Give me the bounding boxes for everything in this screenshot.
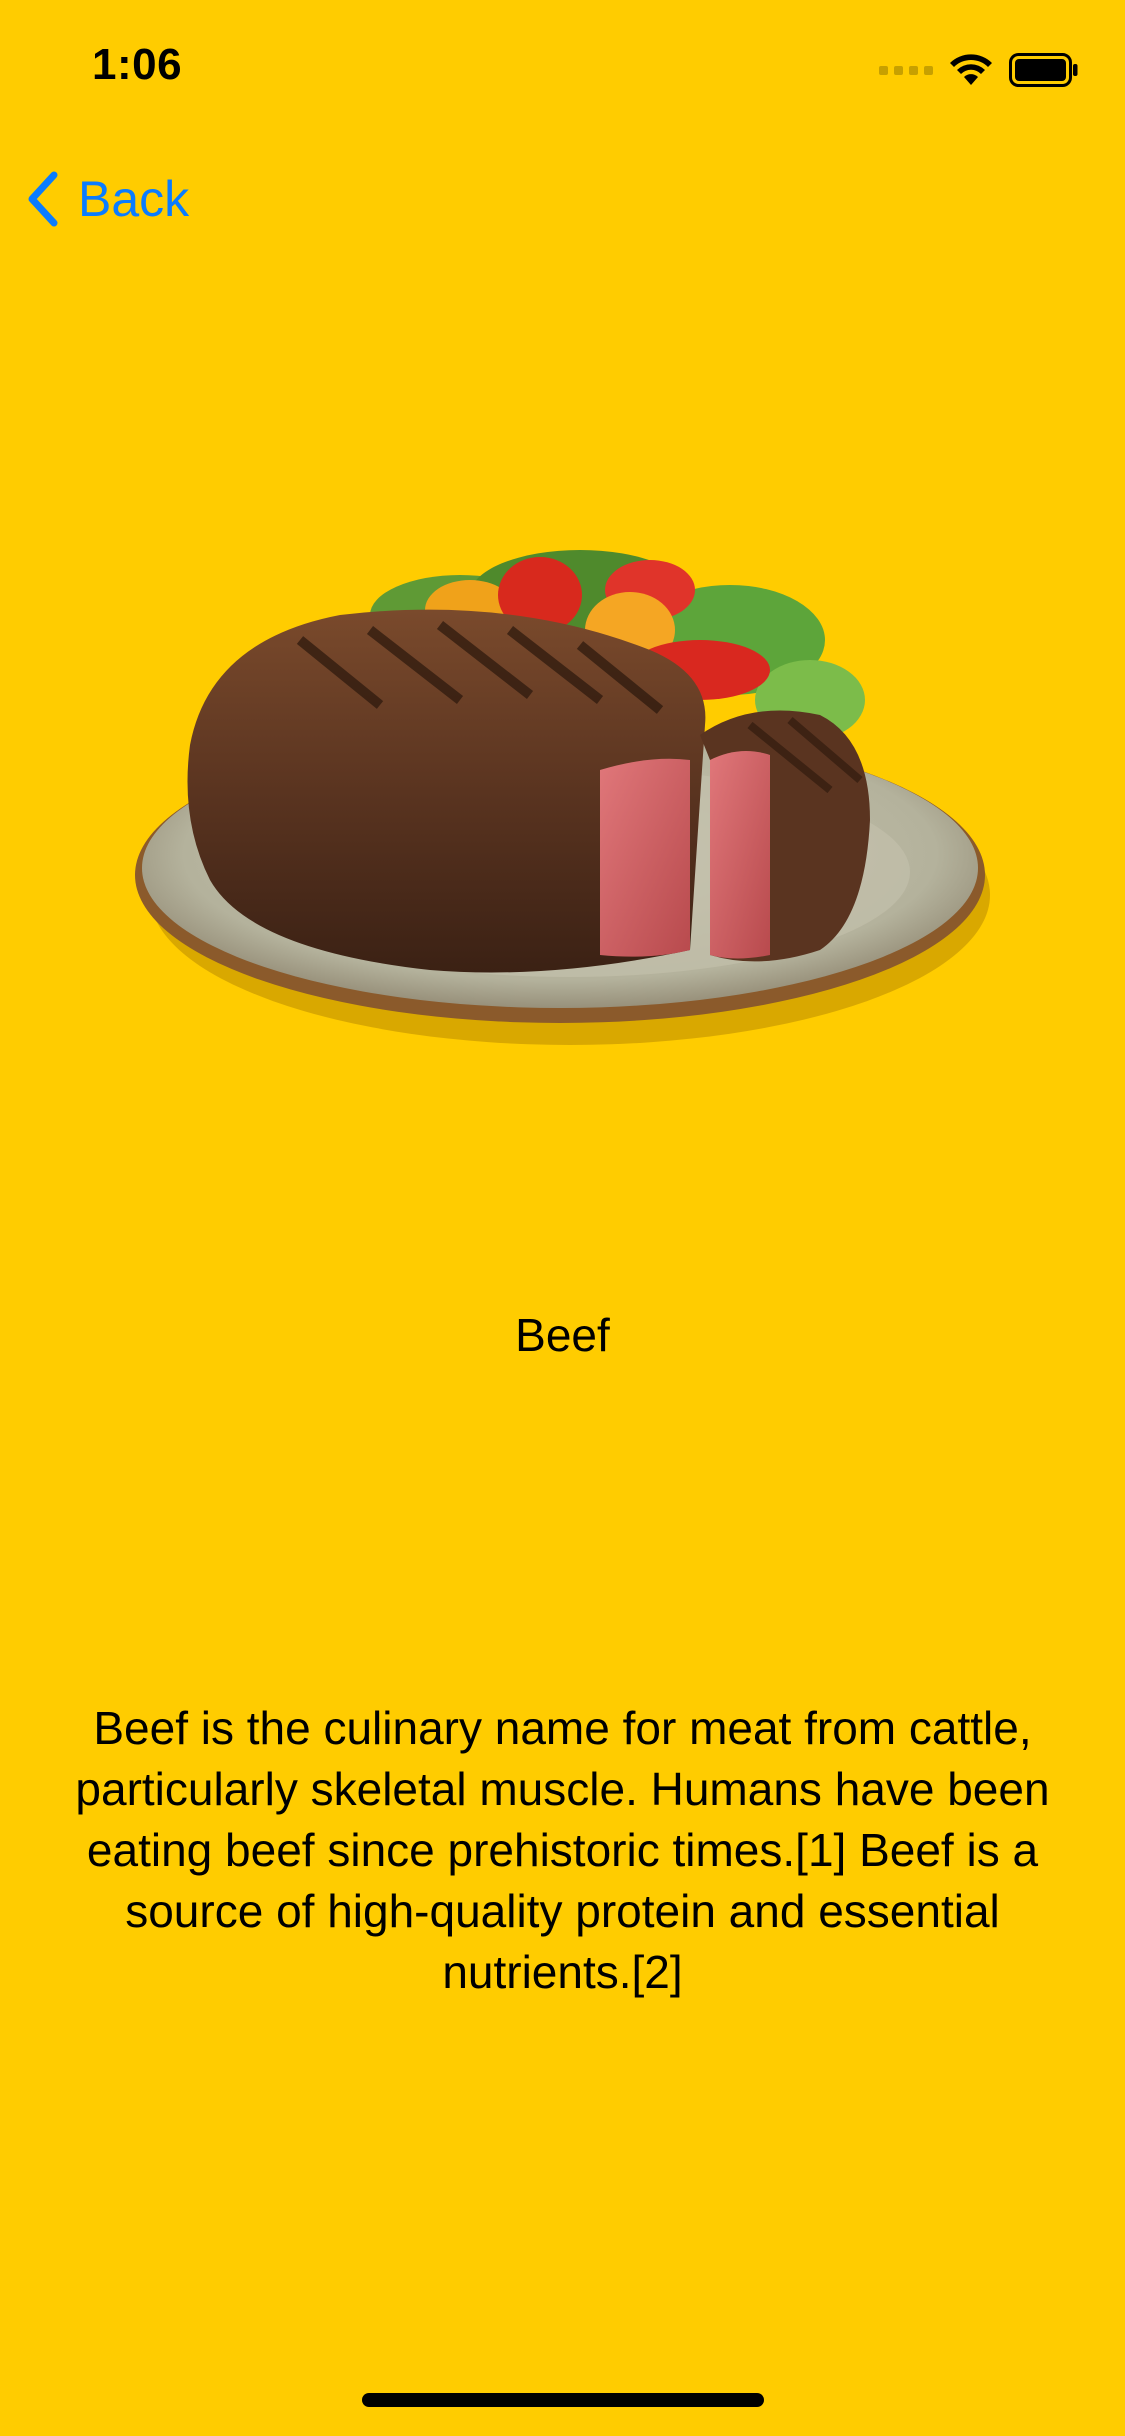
- chevron-left-icon: [28, 171, 58, 227]
- status-icons: [879, 48, 1079, 92]
- back-button[interactable]: Back: [24, 164, 189, 234]
- detail-screen: 1:06 Back Beef Beef is the culinary name…: [0, 0, 1125, 2436]
- cellular-signal-icon: [879, 65, 933, 75]
- item-title: Beef: [515, 1309, 610, 1361]
- battery-icon: [1009, 53, 1078, 87]
- beef-plate-image: [135, 550, 990, 1045]
- wifi-icon: [950, 54, 992, 85]
- home-indicator[interactable]: [362, 2393, 764, 2407]
- back-label: Back: [78, 171, 190, 227]
- item-description: Beef is the culinary name for meat from …: [75, 1702, 1050, 1998]
- status-time: 1:06: [92, 40, 183, 89]
